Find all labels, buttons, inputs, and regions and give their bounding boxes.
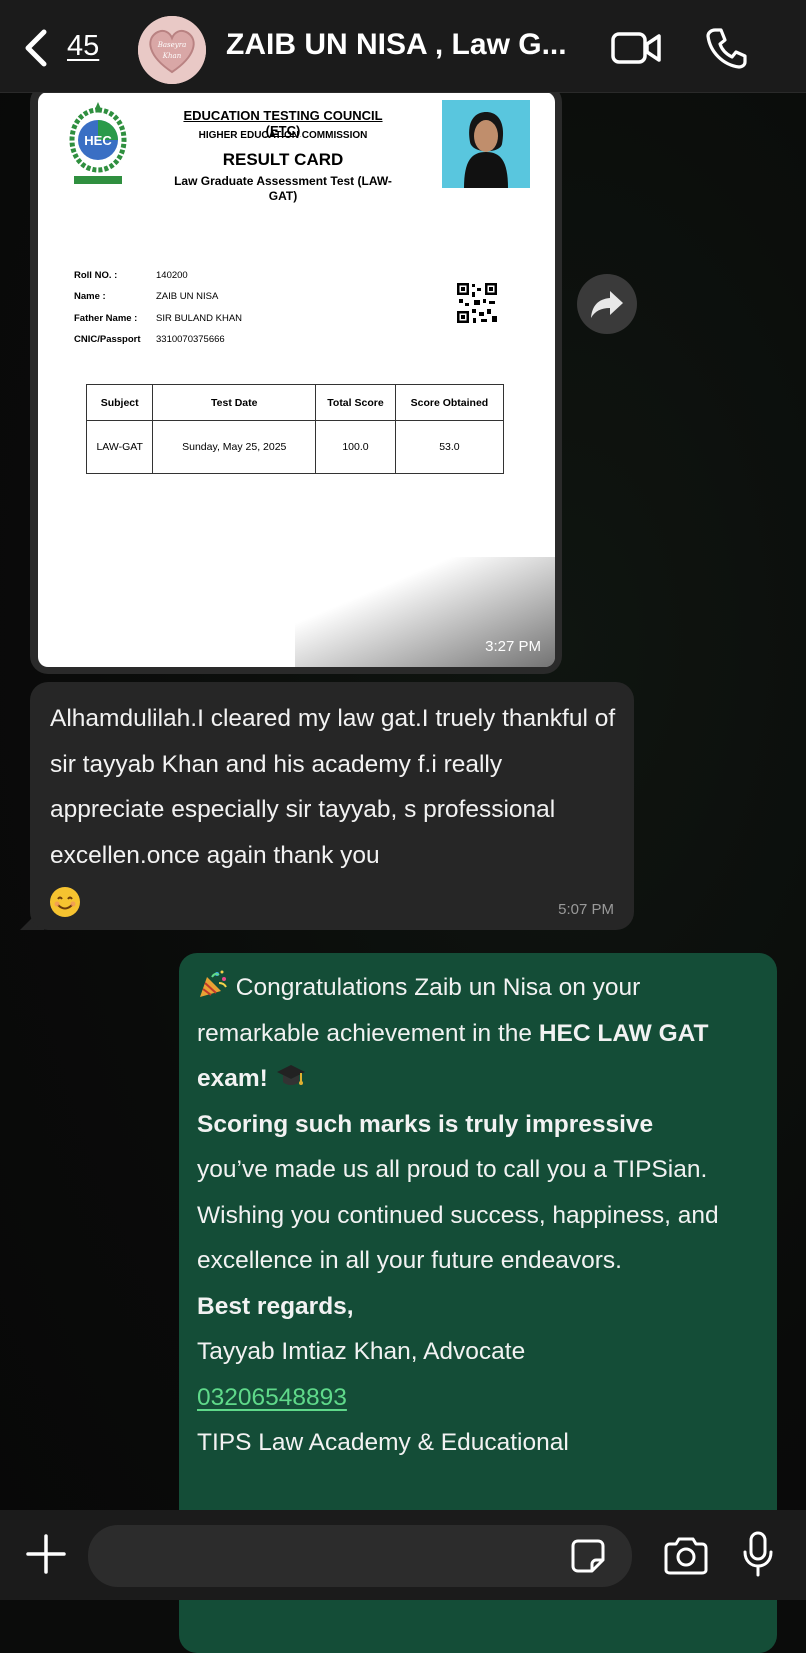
field-key: Name : xyxy=(74,291,106,302)
message-line: Wishing you continued success, happiness… xyxy=(197,1201,719,1275)
unread-count[interactable]: 45 xyxy=(67,30,99,63)
composer-bar xyxy=(0,1510,806,1600)
result-card-image[interactable]: HEC EDUCATION TESTING COUNCIL (ETC) HIGH… xyxy=(38,92,555,667)
column-header: Total Score xyxy=(315,384,396,421)
chevron-left-icon[interactable] xyxy=(22,28,52,68)
field-value: 140200 xyxy=(156,270,188,281)
message-line: you’ve made us all proud to call you a T… xyxy=(197,1156,708,1183)
hec-logo: HEC xyxy=(69,102,127,184)
message-input[interactable] xyxy=(88,1525,632,1587)
party-popper-icon xyxy=(200,970,227,997)
test-name: Law Graduate Assessment Test (LAW-GAT) xyxy=(174,174,392,203)
phone-link[interactable]: 03206548893 xyxy=(197,1384,347,1411)
message-time: 3:27 PM xyxy=(485,638,541,655)
avatar-text-1: Baseyra xyxy=(157,41,187,49)
message-body: Alhamdulilah.I cleared my law gat.I true… xyxy=(50,705,616,869)
field-key: CNIC/Passport xyxy=(74,334,141,345)
graduation-cap-icon xyxy=(276,1065,305,1085)
message-text: Alhamdulilah.I cleared my law gat.I true… xyxy=(50,696,620,924)
chat-title[interactable]: ZAIB UN NISA , Law G... xyxy=(226,28,591,62)
column-header: Subject xyxy=(85,384,154,421)
mic-icon[interactable] xyxy=(740,1530,776,1578)
video-icon[interactable] xyxy=(610,28,662,68)
logo-text: HEC xyxy=(84,133,112,148)
field-value: 3310070375666 xyxy=(156,334,225,345)
heart-avatar-icon: Baseyra Khan xyxy=(138,16,206,84)
message-time: 5:07 PM xyxy=(558,901,614,918)
table-cell: Sunday, May 25, 2025 xyxy=(152,420,317,474)
candidate-photo xyxy=(442,100,530,188)
message-line: Tayyab Imtiaz Khan, Advocate xyxy=(197,1338,526,1365)
message-bold: Scoring such marks is truly impressive xyxy=(197,1110,654,1138)
forward-button[interactable] xyxy=(577,274,637,334)
card-heading: RESULT CARD xyxy=(222,150,344,169)
forward-icon xyxy=(591,291,623,318)
table-cell: 100.0 xyxy=(315,420,396,474)
table-header-row: Subject Test Date Total Score Score Obta… xyxy=(85,384,505,421)
phone-icon[interactable] xyxy=(705,26,747,70)
received-message-bubble[interactable]: Alhamdulilah.I cleared my law gat.I true… xyxy=(30,682,634,930)
smiling-face-emoji-icon xyxy=(50,886,80,917)
avatar-text-2: Khan xyxy=(162,52,182,60)
plus-icon[interactable] xyxy=(24,1532,68,1576)
avatar[interactable]: Baseyra Khan xyxy=(138,16,206,84)
field-value: SIR BULAND KHAN xyxy=(156,313,243,324)
field-value: ZAIB UN NISA xyxy=(156,291,219,302)
chat-header: 45 Baseyra Khan ZAIB UN NISA , Law G... xyxy=(0,0,806,93)
message-line: TIPS Law Academy & Educational xyxy=(197,1429,569,1456)
field-key: Father Name : xyxy=(74,313,138,324)
message-text: Congratulations Zaib un Nisa on your rem… xyxy=(197,965,767,1466)
commission-name: HIGHER EDUCATION COMMISSION xyxy=(198,130,368,141)
table-cell: LAW-GAT xyxy=(85,420,154,474)
field-key: Roll NO. : xyxy=(74,270,118,281)
table-row: LAW-GAT Sunday, May 25, 2025 100.0 53.0 xyxy=(85,420,505,474)
message-bold: Best regards, xyxy=(197,1292,354,1320)
qr-code-icon xyxy=(456,282,498,324)
camera-icon[interactable] xyxy=(662,1536,710,1576)
person-photo-icon xyxy=(442,100,530,188)
column-header: Test Date xyxy=(152,384,317,421)
result-table: Subject Test Date Total Score Score Obta… xyxy=(85,384,505,474)
column-header: Score Obtained xyxy=(394,384,505,421)
table-cell: 53.0 xyxy=(394,420,505,474)
sticker-icon[interactable] xyxy=(570,1538,606,1574)
